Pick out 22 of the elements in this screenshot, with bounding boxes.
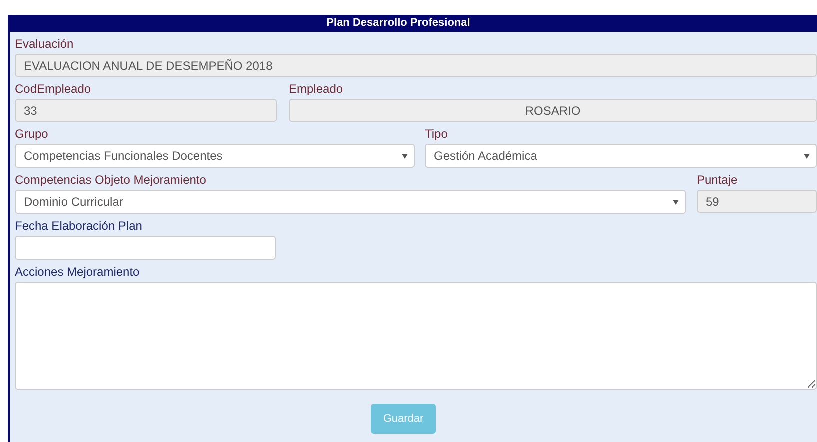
readonly-field[interactable]: 33 — [15, 99, 277, 122]
field-label: Acciones Mejoramiento — [15, 265, 141, 279]
field-label: Fecha Elaboración Plan — [15, 219, 144, 233]
readonly-field[interactable]: ROSARIO — [289, 99, 817, 122]
dropdown[interactable]: Competencias Funcionales Docentes — [15, 144, 415, 168]
field-label: Grupo — [15, 127, 50, 141]
dropdown[interactable]: Dominio Curricular — [15, 190, 686, 214]
dropdown[interactable]: Gestión Académica — [425, 144, 817, 168]
caret-icon — [402, 154, 408, 158]
readonly-field[interactable]: EVALUACION ANUAL DE DESEMPEÑO 2018 — [15, 54, 817, 77]
field-label: Puntaje — [697, 173, 739, 187]
readonly-field[interactable]: 59 — [697, 190, 817, 213]
field-label: Evaluación — [15, 37, 75, 51]
date-input-field[interactable] — [15, 236, 276, 260]
field-label: Empleado — [289, 82, 344, 96]
caret-icon — [804, 154, 810, 158]
panel-title: Plan Desarrollo Profesional — [326, 16, 470, 32]
field-label: CodEmpleado — [15, 82, 92, 96]
text-area[interactable] — [15, 282, 817, 390]
field-label: Competencias Objeto Mejoramiento — [15, 173, 208, 187]
caret-icon — [673, 200, 679, 204]
field-label: Tipo — [425, 127, 449, 141]
